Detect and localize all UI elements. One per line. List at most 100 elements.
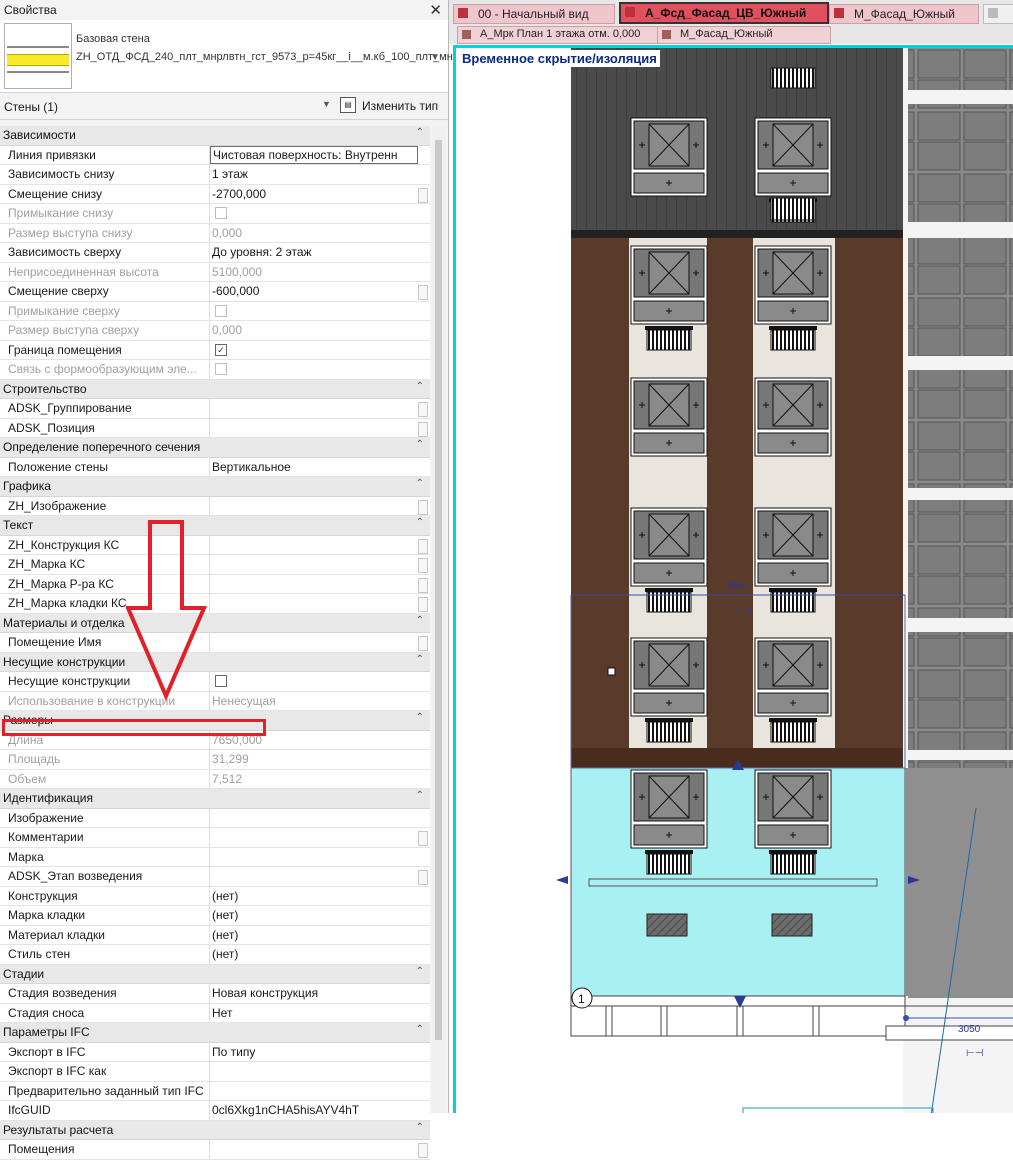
property-checkbox[interactable]: ✓ xyxy=(215,343,227,356)
property-edit-button[interactable] xyxy=(418,402,428,417)
edit-type-button[interactable]: ▤ Изменить тип xyxy=(338,96,442,116)
property-value[interactable]: 1 этаж xyxy=(212,167,248,181)
property-group-header[interactable]: Текст ⌃ xyxy=(0,516,430,536)
property-edit-button[interactable] xyxy=(418,285,428,300)
type-selector[interactable]: Базовая стена ZH_ОТД_ФСД_240_плт_мнрлвтн… xyxy=(0,20,749,93)
property-row[interactable]: Несущие конструкции xyxy=(0,672,430,692)
property-group-header[interactable]: Материалы и отделка ⌃ xyxy=(0,613,430,633)
property-value[interactable]: До уровня: 2 этаж xyxy=(212,245,312,259)
property-value[interactable]: (нет) xyxy=(212,908,238,922)
property-row[interactable]: Площадь 31,299 xyxy=(0,750,430,770)
chevron-down-icon[interactable]: ▼ xyxy=(430,52,440,63)
collapse-icon[interactable]: ⌃ xyxy=(416,478,424,489)
property-row[interactable]: ZH_Марка кладки КС xyxy=(0,594,430,614)
property-edit-button[interactable] xyxy=(418,636,428,651)
property-group-header[interactable]: Определение поперечного сечения ⌃ xyxy=(0,438,430,458)
property-row[interactable]: Экспорт в IFC как xyxy=(0,1062,430,1082)
property-row[interactable]: Использование в конструкции Ненесущая xyxy=(0,691,430,711)
collapse-icon[interactable]: ⌃ xyxy=(416,654,424,665)
property-row[interactable]: Помещения xyxy=(0,1140,430,1160)
property-row[interactable]: ADSK_Этап возведения xyxy=(0,867,430,887)
property-row[interactable]: ADSK_Группирование xyxy=(0,399,430,419)
collapse-icon[interactable]: ⌃ xyxy=(416,712,424,723)
property-edit-button[interactable] xyxy=(418,870,428,885)
property-row[interactable]: Предварительно заданный тип IFC xyxy=(0,1081,430,1101)
property-checkbox[interactable] xyxy=(215,675,227,687)
property-row[interactable]: Комментарии xyxy=(0,828,430,848)
collapse-icon[interactable]: ⌃ xyxy=(416,517,424,528)
property-row[interactable]: Примыкание сверху xyxy=(0,301,430,321)
view-tab[interactable]: 00 - Начальный вид xyxy=(453,4,615,24)
view-tab[interactable]: А_Фсд_Фасад_ЦВ_Южный xyxy=(619,2,829,24)
property-row[interactable]: Граница помещения ✓ xyxy=(0,340,430,360)
property-group-header[interactable]: Стадии ⌃ xyxy=(0,964,430,984)
property-row[interactable]: Примыкание снизу xyxy=(0,204,430,224)
property-edit-button[interactable] xyxy=(418,187,428,203)
property-row[interactable]: Стадия возведения Новая конструкция xyxy=(0,984,430,1004)
property-group-header[interactable]: Параметры IFC ⌃ xyxy=(0,1023,430,1043)
property-group-header[interactable]: Зависимости ⌃ xyxy=(0,126,430,146)
property-group-header[interactable]: Идентификация ⌃ xyxy=(0,789,430,809)
property-row[interactable]: Марка кладки (нет) xyxy=(0,906,430,926)
property-row[interactable]: ZH_Марка КС xyxy=(0,555,430,575)
property-row[interactable]: Линия привязки Чистовая поверхность: Внут… xyxy=(0,145,430,165)
property-value[interactable]: 0cl6Xkg1nCHA5hisAYV4hT xyxy=(212,1103,359,1117)
property-row[interactable]: Зависимость сверху До уровня: 2 этаж xyxy=(0,243,430,263)
property-edit-button[interactable] xyxy=(418,499,428,515)
property-edit-button[interactable] xyxy=(418,558,428,573)
property-row[interactable]: Смещение снизу -2700,000 xyxy=(0,184,430,204)
close-icon[interactable]: ✕ xyxy=(429,1,442,19)
property-value[interactable]: Нет xyxy=(212,1006,232,1020)
property-row[interactable]: ZH_Марка Р-ра КС xyxy=(0,574,430,594)
property-edit-button[interactable] xyxy=(418,538,428,554)
collapse-icon[interactable]: ⌃ xyxy=(416,127,424,138)
property-value[interactable]: Вертикальное xyxy=(212,460,291,474)
property-value[interactable]: (нет) xyxy=(212,889,238,903)
instance-filter-dropdown[interactable]: Стены (1) xyxy=(4,100,58,114)
property-edit-button[interactable] xyxy=(418,597,428,612)
collapse-icon[interactable]: ⌃ xyxy=(416,790,424,801)
property-row[interactable]: Длина 7650,000 xyxy=(0,730,430,750)
property-edit-button[interactable] xyxy=(418,421,428,437)
property-value[interactable]: -600,000 xyxy=(212,284,259,298)
property-group-header[interactable]: Несущие конструкции ⌃ xyxy=(0,652,430,672)
property-group-header[interactable]: Размеры ⌃ xyxy=(0,711,430,731)
drawing-canvas[interactable]: 7650 ⊢⊣ 1 3050 ⊢⊣ Временное скрытие/изол… xyxy=(453,45,1013,1113)
collapse-icon[interactable]: ⌃ xyxy=(416,1024,424,1035)
property-row[interactable]: Материал кладки (нет) xyxy=(0,925,430,945)
property-value[interactable]: (нет) xyxy=(212,928,238,942)
property-row[interactable]: Помещение Имя xyxy=(0,633,430,653)
property-row[interactable]: IfcGUID 0cl6Xkg1nCHA5hisAYV4hT xyxy=(0,1101,430,1121)
collapse-icon[interactable]: ⌃ xyxy=(416,381,424,392)
property-value[interactable]: Новая конструкция xyxy=(212,986,318,1000)
property-row[interactable]: Размер выступа сверху 0,000 xyxy=(0,321,430,341)
property-row[interactable]: Стиль стен (нет) xyxy=(0,945,430,965)
property-value[interactable]: (нет) xyxy=(212,947,238,961)
property-row[interactable]: Объем 7,512 xyxy=(0,769,430,789)
view-tab[interactable]: М_Фасад_Южный xyxy=(829,4,979,24)
property-row[interactable]: ZH_Изображение xyxy=(0,496,430,516)
property-row[interactable]: Размер выступа снизу 0,000 xyxy=(0,223,430,243)
property-row[interactable]: Экспорт в IFC По типу xyxy=(0,1042,430,1062)
property-value[interactable]: -2700,000 xyxy=(212,187,266,201)
property-value-input[interactable]: Чистовая поверхность: Внутренн xyxy=(210,145,418,164)
property-row[interactable]: Неприсоединенная высота 5100,000 xyxy=(0,262,430,282)
property-row[interactable]: Смещение сверху -600,000 xyxy=(0,282,430,302)
property-edit-button[interactable] xyxy=(418,1143,428,1158)
property-row[interactable]: Связь с формообразующим эле... xyxy=(0,360,430,380)
chevron-down-icon[interactable]: ▼ xyxy=(322,99,331,109)
property-row[interactable]: Положение стены Вертикальное xyxy=(0,457,430,477)
collapse-icon[interactable]: ⌃ xyxy=(416,615,424,626)
collapse-icon[interactable]: ⌃ xyxy=(416,1122,424,1133)
view-tab[interactable] xyxy=(983,4,1013,24)
property-edit-button[interactable] xyxy=(418,831,428,846)
scrollbar-thumb[interactable] xyxy=(435,140,442,1040)
property-group-header[interactable]: Строительство ⌃ xyxy=(0,379,430,399)
view-tab[interactable]: А_Мрк План 1 этажа отм. 0,000 xyxy=(457,26,669,44)
property-row[interactable]: Стадия сноса Нет xyxy=(0,1003,430,1023)
view-tab[interactable]: М_Фасад_Южный xyxy=(657,26,831,44)
property-row[interactable]: Изображение xyxy=(0,808,430,828)
property-row[interactable]: Зависимость снизу 1 этаж xyxy=(0,165,430,185)
property-row[interactable]: Конструкция (нет) xyxy=(0,886,430,906)
property-row[interactable]: ADSK_Позиция xyxy=(0,418,430,438)
